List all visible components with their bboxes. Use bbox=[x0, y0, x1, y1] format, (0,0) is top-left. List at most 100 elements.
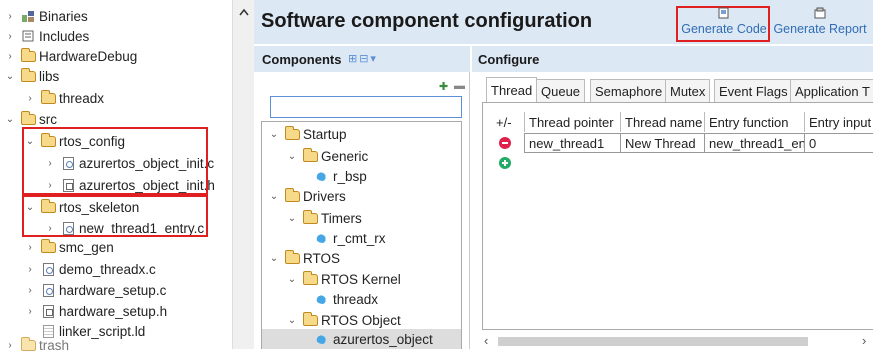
includes-icon bbox=[20, 29, 36, 43]
component-tree-item-startup[interactable]: ⌄ Startup bbox=[268, 124, 347, 144]
generate-report-button[interactable]: Generate Report bbox=[772, 7, 868, 36]
generate-report-icon bbox=[814, 7, 826, 19]
page-title: Software component configuration bbox=[261, 10, 593, 32]
cell-thread-pointer[interactable]: new_thread1 bbox=[524, 133, 620, 153]
component-tree-item-rtos[interactable]: ⌄ RTOS bbox=[268, 248, 340, 268]
components-toolbar-icons[interactable]: ⊞⊟▾ bbox=[348, 52, 378, 65]
cell-entry-function[interactable]: new_thread1_en bbox=[704, 133, 804, 153]
component-tree-item-rtos-kernel[interactable]: ⌄ RTOS Kernel bbox=[286, 269, 401, 289]
chevron-down-icon[interactable]: ⌄ bbox=[4, 114, 16, 125]
tab-mutex[interactable]: Mutex bbox=[665, 79, 711, 103]
tab-semaphore[interactable]: Semaphore bbox=[590, 79, 668, 103]
tab-thread[interactable]: Thread bbox=[486, 77, 538, 103]
chevron-right-icon[interactable]: › bbox=[24, 306, 36, 317]
tree-item-label: smc_gen bbox=[59, 239, 114, 255]
generate-code-icon bbox=[718, 7, 729, 19]
tree-item-hardware-setup-c[interactable]: › hardware_setup.c bbox=[24, 280, 166, 300]
component-tree-item-drivers[interactable]: ⌄ Drivers bbox=[268, 186, 346, 206]
tree-item-label: Binaries bbox=[39, 8, 88, 24]
generate-report-label: Generate Report bbox=[773, 22, 867, 36]
chevron-down-icon[interactable]: ⌄ bbox=[268, 253, 280, 264]
tree-item-demo-threadx-c[interactable]: › demo_threadx.c bbox=[24, 259, 155, 279]
chevron-down-icon[interactable]: ⌄ bbox=[4, 71, 16, 82]
tree-item-label: RTOS Kernel bbox=[321, 271, 401, 287]
folder-icon bbox=[20, 67, 36, 83]
component-tree-item-generic[interactable]: ⌄ Generic bbox=[286, 146, 368, 166]
component-tree-item-timers[interactable]: ⌄ Timers bbox=[286, 208, 362, 228]
trash-folder-icon bbox=[20, 336, 36, 352]
tree-item-label: trash bbox=[39, 337, 70, 353]
horizontal-scrollbar[interactable]: ‹ › bbox=[482, 333, 873, 349]
chevron-down-icon[interactable]: ⌄ bbox=[286, 315, 298, 326]
component-tree-item-azurertos-object[interactable]: azurertos_object bbox=[262, 329, 461, 349]
tree-item-label: Includes bbox=[39, 28, 90, 44]
c-file-icon bbox=[40, 283, 56, 297]
tab-application-timer[interactable]: Application T bbox=[790, 79, 873, 103]
tree-item-label: libs bbox=[39, 68, 60, 84]
chevron-down-icon[interactable]: ⌄ bbox=[286, 213, 298, 224]
tree-item-label: Drivers bbox=[303, 188, 346, 204]
scrollbar-thumb[interactable] bbox=[498, 337, 808, 346]
folder-icon bbox=[302, 209, 318, 225]
tree-item-label: Startup bbox=[303, 126, 347, 142]
folder-icon bbox=[302, 270, 318, 286]
chevron-right-icon[interactable]: › bbox=[24, 264, 36, 275]
tree-item-binaries[interactable]: › Binaries bbox=[4, 6, 88, 26]
pane-splitter[interactable] bbox=[232, 0, 254, 349]
tree-item-smc-gen[interactable]: › smc_gen bbox=[24, 238, 114, 255]
scroll-right-icon[interactable]: › bbox=[862, 333, 866, 348]
tree-item-includes[interactable]: › Includes bbox=[4, 26, 89, 46]
binaries-icon bbox=[20, 9, 36, 23]
component-icon bbox=[316, 294, 329, 304]
chevron-right-icon[interactable]: › bbox=[24, 93, 36, 104]
add-component-icon[interactable]: ✚ bbox=[439, 80, 448, 93]
components-header: Components bbox=[262, 52, 342, 67]
project-explorer: › Binaries › Includes › HardwareDebug ⌄ … bbox=[0, 0, 232, 353]
tree-item-label: r_cmt_rx bbox=[333, 230, 386, 246]
scroll-left-icon[interactable]: ‹ bbox=[484, 333, 488, 348]
chevron-right-icon[interactable]: › bbox=[24, 285, 36, 296]
add-row-icon[interactable] bbox=[499, 157, 511, 169]
chevron-right-icon[interactable]: › bbox=[4, 51, 16, 62]
component-icon bbox=[316, 334, 329, 344]
chevron-down-icon[interactable]: ⌄ bbox=[268, 191, 280, 202]
chevron-down-icon[interactable]: ⌄ bbox=[286, 151, 298, 162]
chevron-down-icon[interactable]: ⌄ bbox=[286, 274, 298, 285]
folder-icon bbox=[284, 125, 300, 141]
tree-item-label: linker_script.ld bbox=[59, 323, 146, 339]
tree-item-label: Timers bbox=[321, 210, 362, 226]
chevron-up-icon[interactable] bbox=[239, 8, 249, 16]
component-search-input[interactable] bbox=[270, 96, 462, 118]
tree-item-src[interactable]: ⌄ src bbox=[4, 109, 57, 129]
tab-queue[interactable]: Queue bbox=[536, 79, 586, 103]
component-tree-item-threadx[interactable]: threadx bbox=[316, 289, 378, 309]
cell-thread-name[interactable]: New Thread bbox=[620, 133, 704, 153]
component-tree-item-r-bsp[interactable]: r_bsp bbox=[316, 166, 367, 186]
chevron-right-icon[interactable]: › bbox=[24, 242, 36, 253]
chevron-down-icon[interactable]: ⌄ bbox=[268, 129, 280, 140]
tree-item-threadx[interactable]: › threadx bbox=[24, 88, 104, 108]
tree-item-label: Generic bbox=[321, 148, 369, 164]
configure-header-bar: Configure bbox=[472, 46, 873, 72]
tree-item-label: HardwareDebug bbox=[39, 48, 138, 64]
cell-entry-input[interactable]: 0 bbox=[804, 133, 873, 153]
tree-item-hardware-setup-h[interactable]: › hardware_setup.h bbox=[24, 301, 167, 321]
tree-item-hardwaredebug[interactable]: › HardwareDebug bbox=[4, 46, 137, 66]
components-header-bar: Components ⊞⊟▾ bbox=[254, 46, 470, 72]
tree-item-label: threadx bbox=[333, 291, 379, 307]
h-file-icon bbox=[40, 304, 56, 318]
chevron-right-icon[interactable]: › bbox=[4, 31, 16, 42]
component-tree-item-r-cmt-rx[interactable]: r_cmt_rx bbox=[316, 228, 386, 248]
generate-code-button[interactable]: Generate Code bbox=[680, 7, 768, 36]
chevron-right-icon[interactable]: › bbox=[4, 11, 16, 22]
tree-item-trash[interactable]: › trash bbox=[4, 335, 69, 355]
highlight-box-rtos-skeleton bbox=[22, 195, 208, 237]
tab-event-flags[interactable]: Event Flags bbox=[714, 79, 793, 103]
component-tree-item-rtos-object[interactable]: ⌄ RTOS Object bbox=[286, 310, 401, 330]
column-header-thread-pointer: Thread pointer bbox=[524, 112, 620, 132]
tree-item-label: threadx bbox=[59, 90, 105, 106]
tree-item-libs[interactable]: ⌄ libs bbox=[4, 66, 59, 86]
remove-row-icon[interactable] bbox=[499, 137, 511, 149]
remove-component-icon[interactable]: ▬ bbox=[454, 80, 465, 92]
component-icon bbox=[316, 233, 329, 243]
